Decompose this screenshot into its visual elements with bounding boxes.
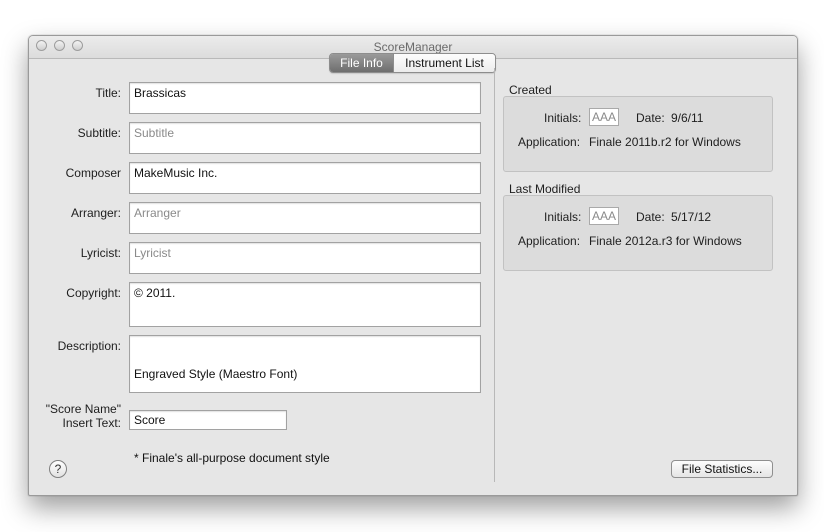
title-label: Title: — [95, 86, 121, 100]
created-group: Initials: AAA Date: 9/6/11 Application: … — [503, 96, 773, 172]
modified-initials-field[interactable]: AAA — [589, 207, 619, 225]
tab-file-info[interactable]: File Info — [330, 54, 393, 72]
vertical-divider — [494, 68, 495, 482]
tab-instrument-list[interactable]: Instrument List — [393, 54, 495, 72]
file-statistics-button[interactable]: File Statistics... — [671, 460, 773, 478]
window-title: ScoreManager — [373, 40, 453, 54]
subtitle-label: Subtitle: — [77, 126, 121, 140]
last-modified-heading: Last Modified — [509, 182, 581, 196]
created-initials-field[interactable]: AAA — [589, 108, 619, 126]
score-name-label: "Score Name" Insert Text: — [29, 402, 121, 430]
lyricist-field[interactable]: Lyricist — [129, 242, 481, 274]
composer-label: Composer — [65, 166, 121, 180]
modified-application-label: Application: — [518, 234, 581, 248]
modified-application-value: Finale 2012a.r3 for Windows — [589, 234, 742, 248]
created-application-label: Application: — [518, 135, 581, 149]
modified-date-value: 5/17/12 — [671, 210, 712, 224]
composer-field[interactable]: MakeMusic Inc. — [129, 162, 481, 194]
modified-initials-label: Initials: — [544, 210, 582, 224]
score-name-insert-text-field[interactable]: Score — [129, 410, 287, 430]
subtitle-field[interactable]: Subtitle — [129, 122, 481, 154]
arranger-field[interactable]: Arranger — [129, 202, 481, 234]
copyright-field[interactable]: © 2011. — [129, 282, 481, 327]
help-button[interactable]: ? — [49, 460, 67, 478]
score-name-label-line-1: "Score Name" — [45, 402, 121, 416]
created-heading: Created — [509, 83, 552, 97]
description-line-1: Engraved Style (Maestro Font) — [134, 367, 298, 381]
copyright-label: Copyright: — [66, 286, 121, 300]
created-date-label: Date: — [636, 111, 665, 125]
created-date-value: 9/6/11 — [671, 111, 704, 125]
last-modified-group: Initials: AAA Date: 5/17/12 Application:… — [503, 195, 773, 271]
arranger-label: Arranger: — [70, 206, 121, 220]
tab-bar: File Info Instrument List — [329, 53, 496, 73]
score-manager-window: ScoreManager File Info Instrument List T… — [28, 35, 798, 496]
description-label: Description: — [57, 339, 121, 353]
created-initials-label: Initials: — [544, 111, 582, 125]
title-field[interactable]: Brassicas — [129, 82, 481, 114]
created-application-value: Finale 2011b.r2 for Windows — [589, 135, 741, 149]
description-field[interactable]: Engraved Style (Maestro Font) * Finale's… — [129, 335, 481, 465]
modified-date-label: Date: — [636, 210, 665, 224]
lyricist-label: Lyricist: — [80, 246, 121, 260]
description-line-2: * Finale's all-purpose document style — [134, 451, 330, 465]
score-name-label-line-2: Insert Text: — [62, 416, 121, 430]
